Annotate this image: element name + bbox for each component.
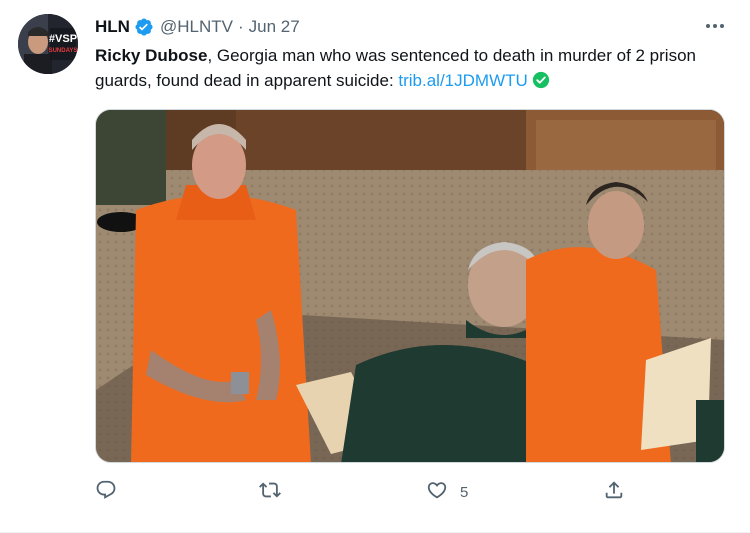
tweet-date[interactable]: Jun 27 [249, 17, 300, 37]
reply-icon [95, 479, 117, 505]
like-button[interactable]: 5 [426, 478, 468, 506]
tweet-photo[interactable] [95, 109, 725, 463]
tweet-header: HLN @HLNTV · Jun 27 [95, 15, 300, 39]
tweet-text-bold: Ricky Dubose [95, 46, 208, 65]
retweet-icon [259, 479, 281, 505]
author-handle[interactable]: @HLNTV [160, 17, 233, 37]
tweet-text: Ricky Dubose, Georgia man who was senten… [95, 43, 715, 93]
tweet-link[interactable]: trib.al/1JDMWTU [398, 71, 527, 90]
courtroom-photo [96, 110, 724, 462]
check-circle-icon [532, 71, 550, 89]
avatar-image: #VSP SUNDAYS [18, 14, 78, 74]
separator-dot: · [237, 17, 244, 36]
share-button[interactable] [603, 478, 625, 506]
reply-button[interactable] [95, 478, 117, 506]
heart-icon [426, 479, 448, 505]
retweet-button[interactable] [259, 478, 281, 506]
avatar-text-line2: SUNDAYS [49, 48, 78, 54]
avatar[interactable]: #VSP SUNDAYS [18, 14, 78, 74]
tweet-actions: 5 [95, 478, 655, 506]
author-name[interactable]: HLN [95, 17, 130, 37]
avatar-text-line1: #VSP [49, 33, 77, 45]
share-icon [603, 479, 625, 505]
more-options-icon[interactable] [702, 13, 728, 39]
like-count: 5 [460, 483, 469, 501]
tweet[interactable]: #VSP SUNDAYS HLN @HLNTV · Jun 27 Ricky D… [0, 0, 750, 533]
verified-badge-icon [134, 17, 154, 37]
